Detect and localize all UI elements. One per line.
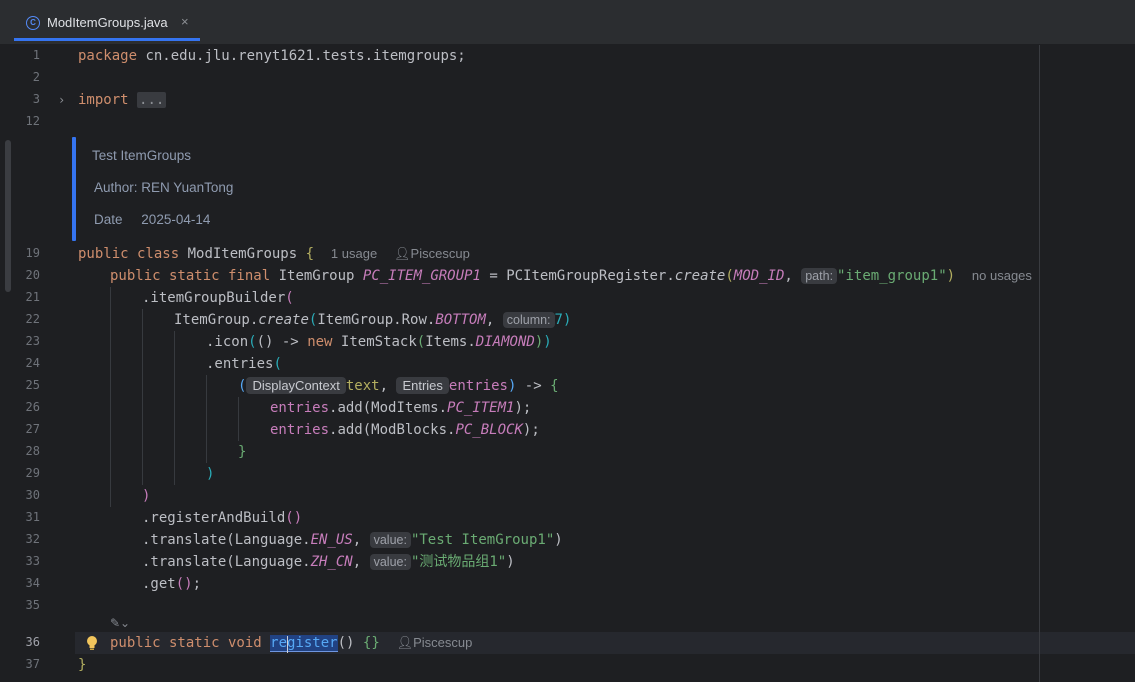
code-line-31[interactable]: .registerAndBuild(): [142, 507, 302, 529]
java-class-icon: C: [26, 16, 40, 30]
param-hint-value: value:: [369, 532, 411, 548]
user-icon: 👤︎: [394, 246, 411, 261]
doc-title: Test ItemGroups: [92, 148, 192, 163]
indent-guide: [142, 309, 143, 485]
line-number: 22: [25, 312, 40, 326]
code-line-22[interactable]: ItemGroup.create(ItemGroup.Row.BOTTOM, c…: [174, 309, 571, 331]
line-number: 34: [25, 576, 40, 590]
line-number: 37: [25, 657, 40, 671]
author-hint[interactable]: Piscescup: [411, 246, 470, 261]
tab-moditemgroups[interactable]: C ModItemGroups.java ×: [14, 6, 200, 41]
code-line-30[interactable]: ): [142, 485, 150, 507]
code-line-24[interactable]: .entries(: [206, 353, 282, 375]
code-line-26[interactable]: entries.add(ModItems.PC_ITEM1);: [270, 397, 531, 419]
line-number: 28: [25, 444, 40, 458]
line-number: 27: [25, 422, 40, 436]
doc-date: Date 2025-04-14: [94, 212, 211, 227]
line-number: 21: [25, 290, 40, 304]
line-number: 35: [25, 598, 40, 612]
doc-author: Author: REN YuanTong: [94, 180, 234, 195]
code-line-37[interactable]: }: [78, 654, 86, 676]
line-number-current: 36: [25, 635, 40, 649]
code-line-28[interactable]: }: [238, 441, 246, 463]
line-number: 33: [25, 554, 40, 568]
indent-guide: [238, 397, 239, 441]
line-number: 1: [32, 48, 40, 62]
code-line-36[interactable]: public static void register() {} 👤︎Pisce…: [110, 632, 472, 654]
param-hint-path: path:: [801, 268, 838, 284]
code-line-34[interactable]: .get();: [142, 573, 201, 595]
line-number: 32: [25, 532, 40, 546]
code-line-19[interactable]: public class ModItemGroups { 1 usage 👤︎P…: [78, 243, 470, 265]
code-line-21[interactable]: .itemGroupBuilder(: [142, 287, 294, 309]
right-margin-guide: [1039, 45, 1040, 682]
line-number: 30: [25, 488, 40, 502]
indent-guide: [206, 375, 207, 463]
tab-label: ModItemGroups.java: [47, 15, 168, 30]
editor-tab-bar: C ModItemGroups.java ×: [0, 0, 1135, 45]
gutter-scroll-marker: [5, 140, 11, 292]
user-icon: 👤︎: [396, 635, 414, 650]
line-number: 24: [25, 356, 40, 370]
code-line-23[interactable]: .icon(() -> new ItemStack(Items.DIAMOND)…: [206, 331, 552, 353]
line-number: 31: [25, 510, 40, 524]
code-line-29[interactable]: ): [206, 463, 214, 485]
usages-hint[interactable]: 1 usage: [331, 246, 377, 261]
param-hint-value: value:: [369, 554, 411, 570]
code-line-27[interactable]: entries.add(ModBlocks.PC_BLOCK);: [270, 419, 540, 441]
param-hint-column: column:: [502, 312, 555, 328]
line-number: 19: [25, 246, 40, 260]
line-number: 29: [25, 466, 40, 480]
line-number: 25: [25, 378, 40, 392]
text-caret: [287, 636, 288, 653]
line-number: 3: [32, 92, 40, 106]
author-hint[interactable]: Piscescup: [413, 635, 472, 650]
code-line-1[interactable]: package cn.edu.jlu.renyt1621.tests.itemg…: [78, 45, 466, 67]
code-line-33[interactable]: .translate(Language.ZH_CN, value: "测试物品组1…: [142, 551, 515, 573]
line-number: 23: [25, 334, 40, 348]
indent-guide: [174, 331, 175, 485]
code-line-32[interactable]: .translate(Language.EN_US, value: "Test I…: [142, 529, 563, 551]
ai-assist-icon[interactable]: ✎⌄: [110, 616, 130, 630]
line-number: 20: [25, 268, 40, 282]
type-hint-entries: Entries: [396, 377, 449, 394]
usages-hint[interactable]: no usages: [972, 268, 1032, 283]
line-number: 2: [32, 70, 40, 84]
lightbulb-icon[interactable]: [85, 635, 99, 651]
type-hint-displaycontext: DisplayContext: [246, 377, 346, 394]
line-number: 12: [25, 114, 40, 128]
line-number: 26: [25, 400, 40, 414]
register-method-name[interactable]: register: [270, 635, 338, 652]
doc-comment-bar: [72, 137, 76, 241]
code-line-20[interactable]: public static final ItemGroup PC_ITEM_GR…: [110, 265, 1032, 287]
folded-imports[interactable]: ...: [137, 92, 167, 108]
code-line-25[interactable]: (DisplayContext text, Entries entries) -> …: [238, 375, 559, 397]
close-icon[interactable]: ×: [181, 14, 189, 29]
indent-guide: [110, 287, 111, 507]
code-line-3[interactable]: import ...: [78, 89, 167, 111]
chevron-right-icon[interactable]: ›: [58, 93, 65, 107]
